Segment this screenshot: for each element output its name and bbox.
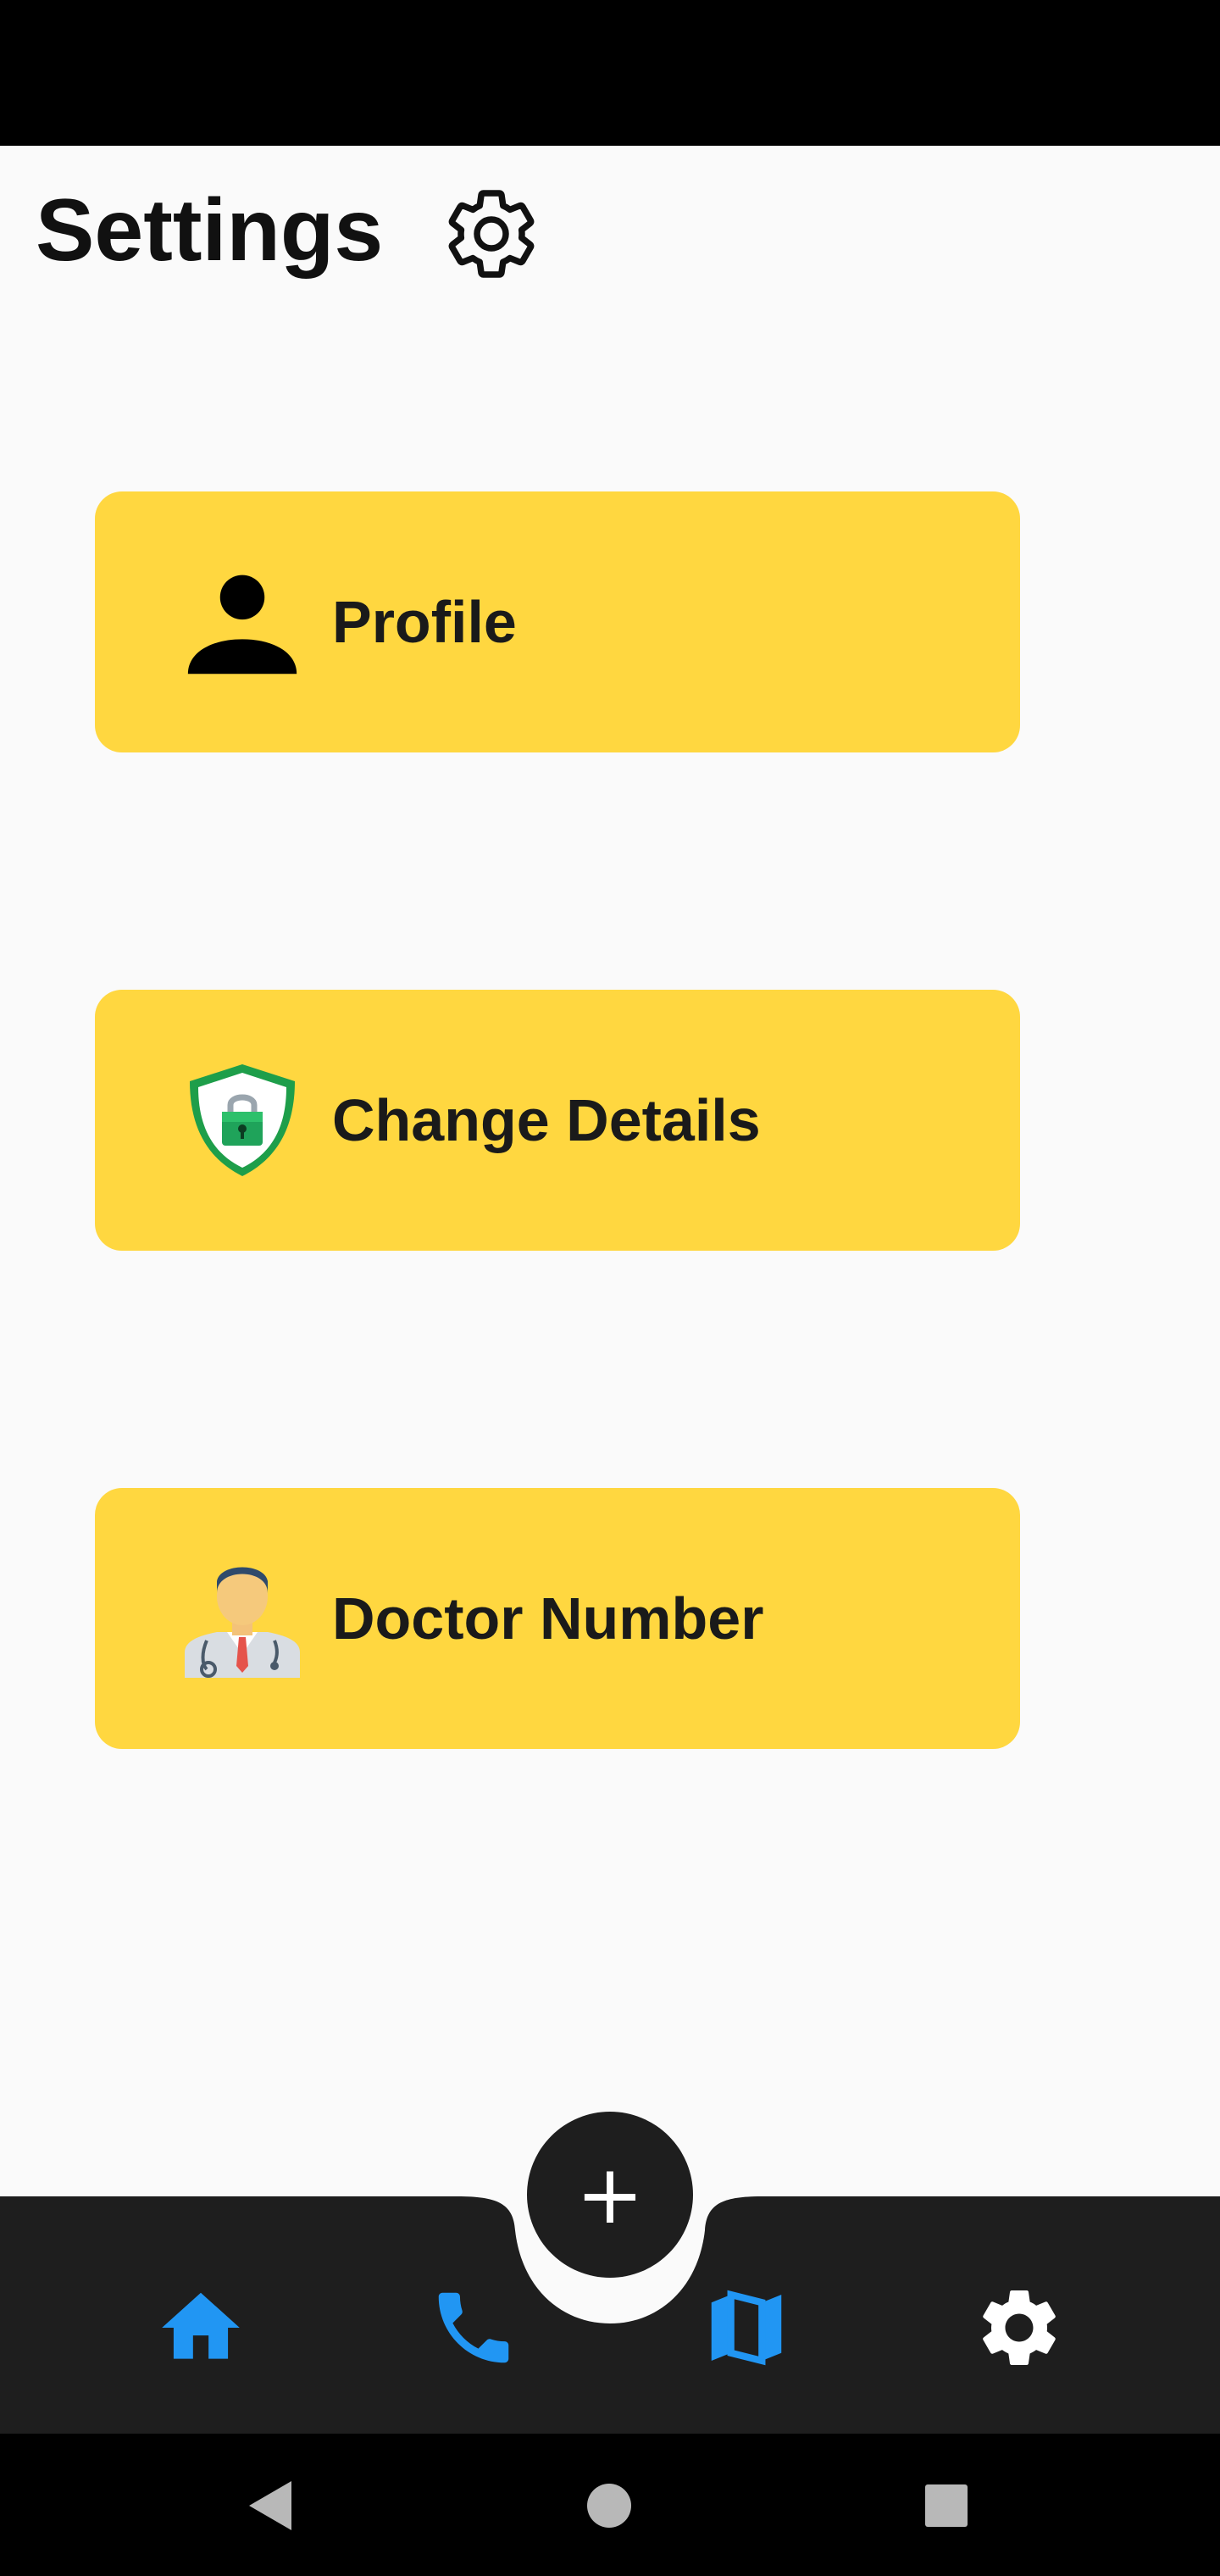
- profile-label: Profile: [332, 589, 517, 655]
- home-icon[interactable]: [154, 2281, 247, 2374]
- system-navigation-bar: [0, 2434, 1220, 2576]
- shield-lock-icon: [190, 1064, 295, 1176]
- plus-icon: +: [575, 2147, 645, 2242]
- doctor-number-button[interactable]: Doctor Number: [95, 1488, 1020, 1749]
- change-details-button[interactable]: Change Details: [95, 990, 1020, 1251]
- header: Settings: [0, 146, 1220, 315]
- person-icon: [187, 575, 297, 675]
- add-button[interactable]: +: [527, 2112, 693, 2278]
- gear-icon[interactable]: [441, 183, 542, 285]
- change-details-label: Change Details: [332, 1087, 761, 1153]
- page-title: Settings: [36, 181, 384, 280]
- doctor-number-label: Doctor Number: [332, 1585, 764, 1652]
- home-circle-icon[interactable]: [563, 2459, 656, 2552]
- phone-icon[interactable]: [427, 2281, 520, 2374]
- map-icon[interactable]: [700, 2281, 793, 2374]
- settings-icon[interactable]: [973, 2281, 1066, 2374]
- recents-icon[interactable]: [900, 2459, 993, 2552]
- status-bar: [0, 0, 1220, 146]
- back-icon[interactable]: [224, 2459, 317, 2552]
- profile-button[interactable]: Profile: [95, 491, 1020, 752]
- doctor-icon: [185, 1567, 300, 1678]
